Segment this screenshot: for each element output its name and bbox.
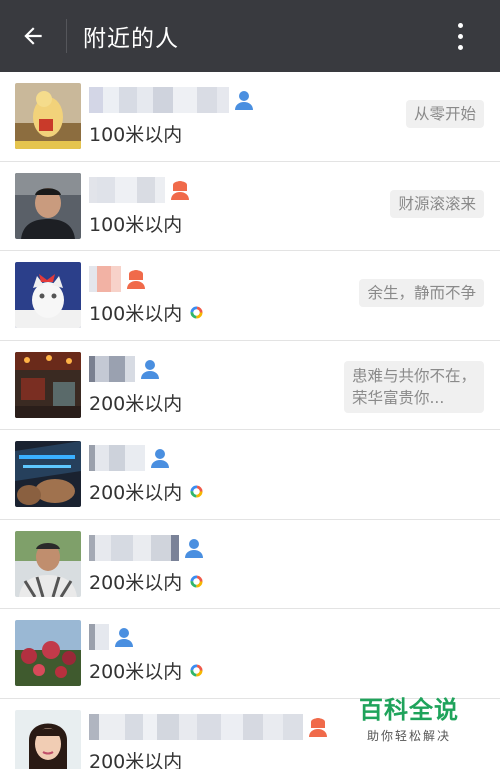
avatar — [15, 351, 81, 418]
avatar — [15, 262, 81, 328]
list-item[interactable]: 100米以内 从零开始 — [0, 72, 500, 162]
distance-label: 100米以内 — [89, 124, 183, 146]
moments-ring-icon — [190, 574, 203, 588]
nickname — [89, 86, 255, 114]
nickname — [89, 713, 329, 741]
signature: 从零开始 — [405, 100, 484, 128]
male-user-icon — [185, 538, 203, 558]
moments-ring-icon — [190, 306, 203, 319]
list-item[interactable]: 100米以内 财源滚滚来 — [0, 161, 500, 251]
nickname — [89, 623, 135, 651]
distance-label: 100米以内 — [89, 213, 183, 236]
nickname — [89, 176, 191, 204]
app-bar: 附近的人 — [0, 0, 500, 72]
nickname — [89, 355, 161, 383]
male-user-icon — [235, 91, 253, 110]
list-item[interactable]: 200米以内 — [0, 430, 500, 520]
signature: 余生，静而不争 — [359, 279, 484, 307]
more-vertical-icon — [457, 22, 463, 28]
page-title: 附近的人 — [83, 26, 179, 52]
distance-label: 200米以内 — [89, 750, 183, 769]
distance-label: 200米以内 — [89, 392, 183, 415]
list-item[interactable]: 200米以内 患难与共你不在，荣华富贵你... — [0, 340, 500, 430]
list-item[interactable]: 100米以内 余生，静而不争 — [0, 251, 500, 341]
male-user-icon — [151, 449, 169, 468]
signature: 财源滚滚来 — [390, 189, 484, 218]
more-options-button[interactable] — [438, 0, 482, 72]
avatar — [15, 620, 81, 686]
list-item[interactable]: 200米以内 — [0, 519, 500, 609]
avatar — [15, 709, 81, 769]
distance-label: 200米以内 — [89, 571, 183, 594]
female-user-icon — [171, 180, 189, 200]
avatar — [15, 441, 81, 507]
signature: 患难与共你不在，荣华富贵你... — [344, 360, 484, 413]
watermark-subtitle: 助你轻松解决 — [366, 729, 451, 743]
nickname — [89, 444, 171, 472]
arrow-left-icon — [24, 27, 42, 45]
moments-ring-icon — [190, 485, 203, 498]
male-user-icon — [115, 628, 133, 647]
nearby-people-list: 100米以内 从零开始 100米以内 财源滚滚来 100米以内 余生，静而不争 … — [0, 72, 500, 769]
distance-label: 200米以内 — [89, 482, 183, 504]
distance-label: 100米以内 — [89, 303, 183, 325]
list-item[interactable]: 200米以内 — [0, 609, 500, 699]
title-divider — [66, 19, 67, 53]
watermark-logo: 百科全说 助你轻松解决 — [352, 690, 466, 744]
nickname — [89, 265, 147, 293]
back-button[interactable] — [0, 0, 66, 72]
avatar — [15, 83, 81, 149]
moments-ring-icon — [190, 664, 203, 677]
watermark-title: 百科全说 — [359, 696, 459, 724]
avatar — [15, 172, 81, 239]
nickname — [89, 534, 205, 562]
female-user-icon — [309, 717, 327, 737]
distance-label: 200米以内 — [89, 661, 183, 683]
male-user-icon — [141, 359, 159, 379]
avatar — [15, 530, 81, 597]
female-user-icon — [127, 270, 145, 289]
